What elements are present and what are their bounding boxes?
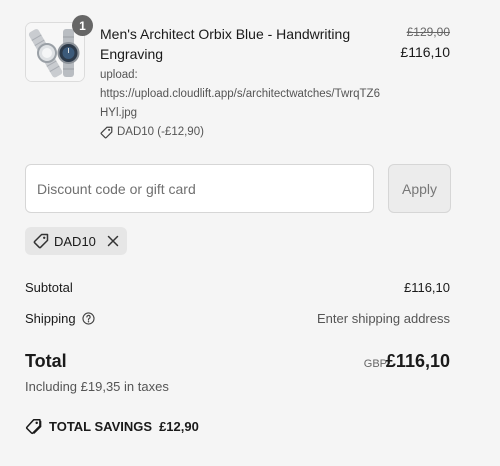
savings-value: £12,90: [159, 419, 199, 434]
total-value: £116,10: [385, 351, 450, 371]
quantity-badge: 1: [72, 15, 93, 36]
applied-discount-code: DAD10: [54, 233, 96, 249]
help-circle-icon[interactable]: [82, 312, 95, 325]
savings-label: TOTAL SAVINGS: [49, 419, 153, 434]
original-price: £129,00: [406, 25, 450, 39]
remove-discount-button[interactable]: [107, 235, 119, 247]
discount-code-input[interactable]: [25, 164, 374, 213]
subtotal-value: £116,10: [403, 280, 450, 295]
total-savings: TOTAL SAVINGS £12,90: [25, 418, 199, 435]
tax-note: Including £19,35 in taxes: [25, 379, 169, 394]
product-discount: DAD10 (-£12,90): [100, 123, 400, 142]
product-price: £116,10: [400, 44, 450, 60]
tag-icon: [100, 126, 113, 139]
tags-icon: [25, 418, 42, 435]
total-label: Total: [25, 351, 67, 371]
product-title: Men's Architect Orbix Blue - Handwriting…: [100, 26, 351, 62]
applied-discount-chip: DAD10: [25, 227, 127, 255]
apply-button[interactable]: Apply: [388, 164, 451, 213]
shipping-row-label: Shipping: [25, 311, 95, 326]
product-properties: upload: https://upload.cloudlift.app/s/a…: [100, 66, 400, 142]
shipping-value: Enter shipping address: [317, 311, 450, 326]
product-discount-text: DAD10 (-£12,90): [117, 126, 204, 138]
upload-url: https://upload.cloudlift.app/s/architect…: [100, 85, 390, 123]
tag-icon: [33, 233, 49, 249]
currency-code: GBP: [363, 358, 387, 370]
upload-label: upload:: [100, 69, 138, 81]
subtotal-label: Subtotal: [25, 280, 73, 295]
shipping-label: Shipping: [25, 311, 76, 326]
close-icon: [107, 235, 119, 247]
upload-url-text: https://upload.cloudlift.app/s/architect…: [100, 88, 380, 119]
